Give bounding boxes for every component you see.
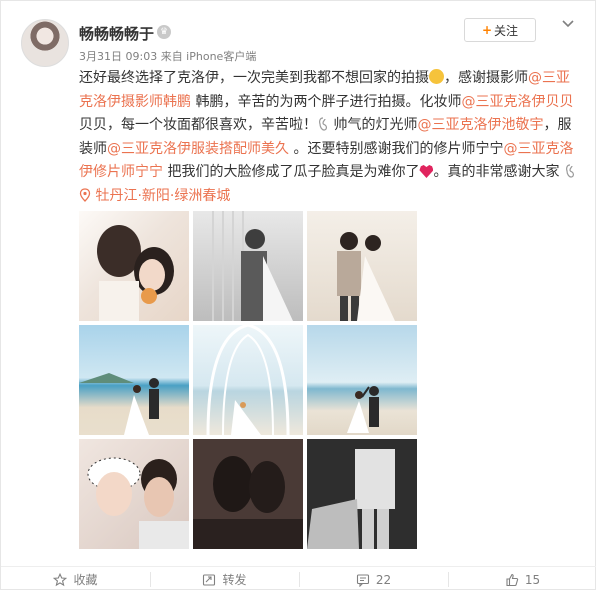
photo-thumbnail[interactable] xyxy=(193,211,303,321)
photo-thumbnail[interactable] xyxy=(79,325,189,435)
mention-link[interactable]: @三亚克洛伊服装搭配师美久 xyxy=(107,141,289,157)
heart-emoji-icon xyxy=(419,165,433,178)
photo-thumbnail[interactable] xyxy=(79,211,189,321)
dark-bw-photo-image xyxy=(307,439,417,549)
post-content: 还好最终选择了克洛伊，一次完美到我都不想回家的拍摄 ，感谢摄影师@三亚克洛伊摄影师… xyxy=(79,67,581,208)
repost-label: 转发 xyxy=(222,573,247,587)
location-pin-icon xyxy=(79,187,91,202)
laugh-emoji-icon xyxy=(429,69,444,84)
follow-button[interactable]: + 关注 xyxy=(464,18,536,42)
post-meta: 3月31日 09:03 来自 iPhone客户端 xyxy=(79,50,257,63)
like-count: 15 xyxy=(524,572,541,587)
favorite-button[interactable]: 收藏 xyxy=(1,567,150,592)
content-text: 把我们的大脸修成了瓜子脸真是为难你了 xyxy=(163,164,420,180)
location-label: 牡丹江·新阳·绿洲春城 xyxy=(95,187,231,204)
couple-photo-image xyxy=(97,225,174,321)
username[interactable]: 畅畅畅畅于 xyxy=(79,23,154,44)
vip-crown-icon[interactable]: ♛ xyxy=(157,25,171,39)
beach-photo-image xyxy=(79,373,159,435)
comment-count: 22 xyxy=(375,572,392,587)
photo-thumbnail[interactable] xyxy=(307,211,417,321)
content-text: 。还要特别感谢我们的修片师宁宁 xyxy=(289,140,504,157)
favorite-label: 收藏 xyxy=(73,573,98,587)
suit-and-gown-photo-image xyxy=(337,232,395,321)
content-text: 还好最终选择了克洛伊，一次完美到我都不想回家的拍摄 xyxy=(79,70,429,86)
comment-button[interactable]: 22 xyxy=(299,567,448,592)
photo-grid xyxy=(79,211,419,549)
bw-couple-photo-image xyxy=(212,211,293,321)
comment-icon xyxy=(356,573,369,587)
mention-link[interactable]: @三亚克洛伊池敬宇 xyxy=(417,117,543,133)
ok-hand-icon xyxy=(565,164,574,178)
post-action-bar: 收藏 转发 22 15 xyxy=(1,566,596,592)
content-text: 韩鹏，辛苦的为两个胖子进行拍摄。化妆师 xyxy=(191,93,462,110)
seaside-couple-photo-image xyxy=(347,386,379,433)
weibo-post-card: 畅畅畅畅于 ♛ 3月31日 09:03 来自 iPhone客户端 + 关注 还好… xyxy=(0,0,596,590)
mention-link[interactable]: @三亚克洛伊贝贝 xyxy=(461,94,573,110)
content-text: ，感谢摄影师 xyxy=(444,70,528,86)
silhouette-photo-image xyxy=(193,439,303,549)
plus-icon: + xyxy=(481,23,493,37)
photo-thumbnail[interactable] xyxy=(193,439,303,549)
star-icon xyxy=(53,572,68,586)
photo-thumbnail[interactable] xyxy=(193,325,303,435)
chevron-down-icon[interactable] xyxy=(561,17,575,31)
photo-thumbnail[interactable] xyxy=(307,439,417,549)
arch-photo-image xyxy=(206,325,290,435)
follow-label: 关注 xyxy=(494,23,519,38)
like-icon xyxy=(506,573,519,586)
like-button[interactable]: 15 xyxy=(448,567,596,592)
content-text: 。真的非常感谢大家 xyxy=(433,164,560,180)
photo-thumbnail[interactable] xyxy=(307,325,417,435)
repost-button[interactable]: 转发 xyxy=(150,567,299,592)
content-text: 贝贝，每一个妆面都很喜欢，辛苦啦！ xyxy=(79,117,317,133)
avatar[interactable] xyxy=(21,19,69,67)
location-link[interactable]: 牡丹江·新阳·绿洲春城 xyxy=(79,188,230,204)
photo-thumbnail[interactable] xyxy=(79,439,189,549)
ok-hand-icon xyxy=(319,117,327,131)
closeup-couple-photo-image xyxy=(87,457,189,549)
repost-icon xyxy=(203,573,216,586)
content-text: 帅气的灯光师 xyxy=(329,117,418,133)
